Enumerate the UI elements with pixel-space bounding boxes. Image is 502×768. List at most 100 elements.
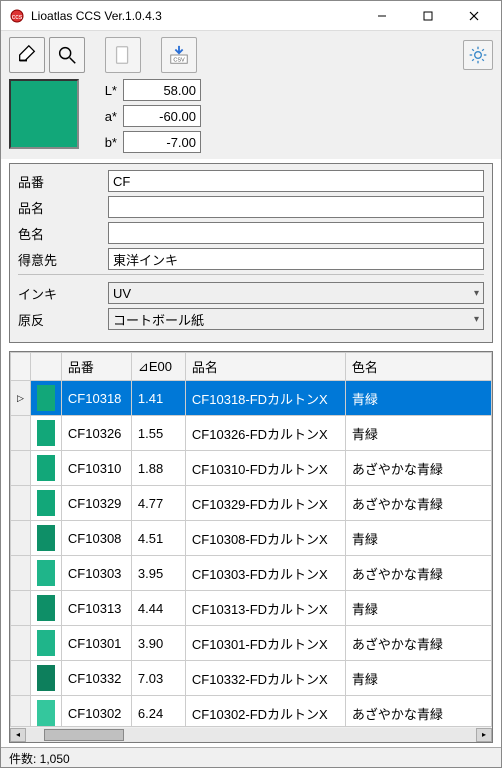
svg-text:ccs: ccs [12,14,23,21]
table-row[interactable]: CF103084.51CF10308-FDカルトンX青緑 [11,521,492,556]
hinban-cell: CF10310 [61,451,131,486]
ironame-col-header[interactable]: 色名 [345,353,491,381]
ink-value: UV [113,286,131,301]
l-label: L* [99,83,123,98]
chevron-down-icon: ▾ [474,288,479,299]
hinban-cell: CF10302 [61,696,131,727]
table-row[interactable]: CF103134.44CF10313-FDカルトンX青緑 [11,591,492,626]
settings-button[interactable] [463,40,493,70]
table-row[interactable]: ▷CF103181.41CF10318-FDカルトンX青緑 [11,381,492,416]
de00-cell: 4.51 [131,521,185,556]
hinban-cell: CF10308 [61,521,131,556]
row-indicator [11,626,31,661]
de00-cell: 7.03 [131,661,185,696]
hinban-cell: CF10303 [61,556,131,591]
search-form: 品番 品名 色名 得意先 インキ UV ▾ 原反 コートボール紙 ▾ [9,163,493,343]
hinban-cell: CF10318 [61,381,131,416]
color-cell [30,486,61,521]
row-indicator [11,556,31,591]
record-count: 件数: 1,050 [9,752,70,766]
de00-cell: 1.55 [131,416,185,451]
de00-cell: 1.88 [131,451,185,486]
statusbar: 件数: 1,050 [1,747,501,767]
color-swatch [9,79,79,149]
de00-cell: 4.77 [131,486,185,521]
row-indicator [11,521,31,556]
scroll-track[interactable] [26,728,476,742]
csv-export-button[interactable]: CSV [161,37,197,73]
close-button[interactable] [451,1,497,30]
hinban-input[interactable] [108,170,484,192]
de00-cell: 3.90 [131,626,185,661]
hinmei-label: 品名 [18,198,108,217]
row-indicator [11,451,31,486]
scroll-thumb[interactable] [44,729,124,741]
titlebar: ccs Lioatlas CCS Ver.1.0.4.3 [1,1,501,31]
new-document-button[interactable] [105,37,141,73]
row-header-col [11,353,31,381]
ironame-label: 色名 [18,224,108,243]
hinban-label: 品番 [18,172,108,191]
table-row[interactable]: CF103261.55CF10326-FDカルトンX青緑 [11,416,492,451]
chevron-down-icon: ▾ [474,314,479,325]
gentan-select[interactable]: コートボール紙 ▾ [108,308,484,330]
search-button[interactable] [49,37,85,73]
hinban-cell: CF10332 [61,661,131,696]
tokuisaki-input[interactable] [108,248,484,270]
row-indicator [11,696,31,727]
table-row[interactable]: CF103294.77CF10329-FDカルトンXあざやかな青緑 [11,486,492,521]
titlebar-title: Lioatlas CCS Ver.1.0.4.3 [31,9,359,23]
table-row[interactable]: CF103026.24CF10302-FDカルトンXあざやかな青緑 [11,696,492,727]
color-cell [30,626,61,661]
maximize-button[interactable] [405,1,451,30]
table-row[interactable]: CF103033.95CF10303-FDカルトンXあざやかな青緑 [11,556,492,591]
app-window: ccs Lioatlas CCS Ver.1.0.4.3 CSV [0,0,502,768]
b-input[interactable] [123,131,201,153]
hinban-cell: CF10313 [61,591,131,626]
ironame-cell: あざやかな青緑 [345,451,491,486]
results-grid: 品番 ⊿E00 品名 色名 ▷CF103181.41CF10318-FDカルトン… [9,351,493,743]
ironame-cell: あざやかな青緑 [345,556,491,591]
table-row[interactable]: CF103101.88CF10310-FDカルトンXあざやかな青緑 [11,451,492,486]
ironame-input[interactable] [108,222,484,244]
hinmei-col-header[interactable]: 品名 [185,353,345,381]
gentan-label: 原反 [18,310,108,329]
de00-col-header[interactable]: ⊿E00 [131,353,185,381]
table-row[interactable]: CF103327.03CF10332-FDカルトンX青緑 [11,661,492,696]
l-input[interactable] [123,79,201,101]
color-cell [30,556,61,591]
de00-cell: 4.44 [131,591,185,626]
color-cell [30,661,61,696]
horizontal-scrollbar[interactable]: ◂ ▸ [10,726,492,742]
color-cell [30,591,61,626]
hinban-col-header[interactable]: 品番 [61,353,131,381]
ironame-cell: 青緑 [345,521,491,556]
a-input[interactable] [123,105,201,127]
hinmei-cell: CF10332-FDカルトンX [185,661,345,696]
hinban-cell: CF10301 [61,626,131,661]
scroll-right-arrow[interactable]: ▸ [476,728,492,742]
color-cell [30,521,61,556]
ironame-cell: あざやかな青緑 [345,626,491,661]
ink-label: インキ [18,284,108,303]
ironame-cell: 青緑 [345,381,491,416]
color-cell [30,696,61,727]
hinmei-cell: CF10313-FDカルトンX [185,591,345,626]
hinban-cell: CF10326 [61,416,131,451]
a-label: a* [99,109,123,124]
hinmei-cell: CF10301-FDカルトンX [185,626,345,661]
hinmei-cell: CF10329-FDカルトンX [185,486,345,521]
hinmei-cell: CF10310-FDカルトンX [185,451,345,486]
minimize-button[interactable] [359,1,405,30]
hinmei-cell: CF10308-FDカルトンX [185,521,345,556]
color-cell [30,381,61,416]
row-indicator [11,486,31,521]
table-row[interactable]: CF103013.90CF10301-FDカルトンXあざやかな青緑 [11,626,492,661]
hinmei-cell: CF10302-FDカルトンX [185,696,345,727]
eraser-button[interactable] [9,37,45,73]
hinmei-input[interactable] [108,196,484,218]
ink-select[interactable]: UV ▾ [108,282,484,304]
toolbar: CSV [1,31,501,79]
ironame-cell: 青緑 [345,591,491,626]
scroll-left-arrow[interactable]: ◂ [10,728,26,742]
